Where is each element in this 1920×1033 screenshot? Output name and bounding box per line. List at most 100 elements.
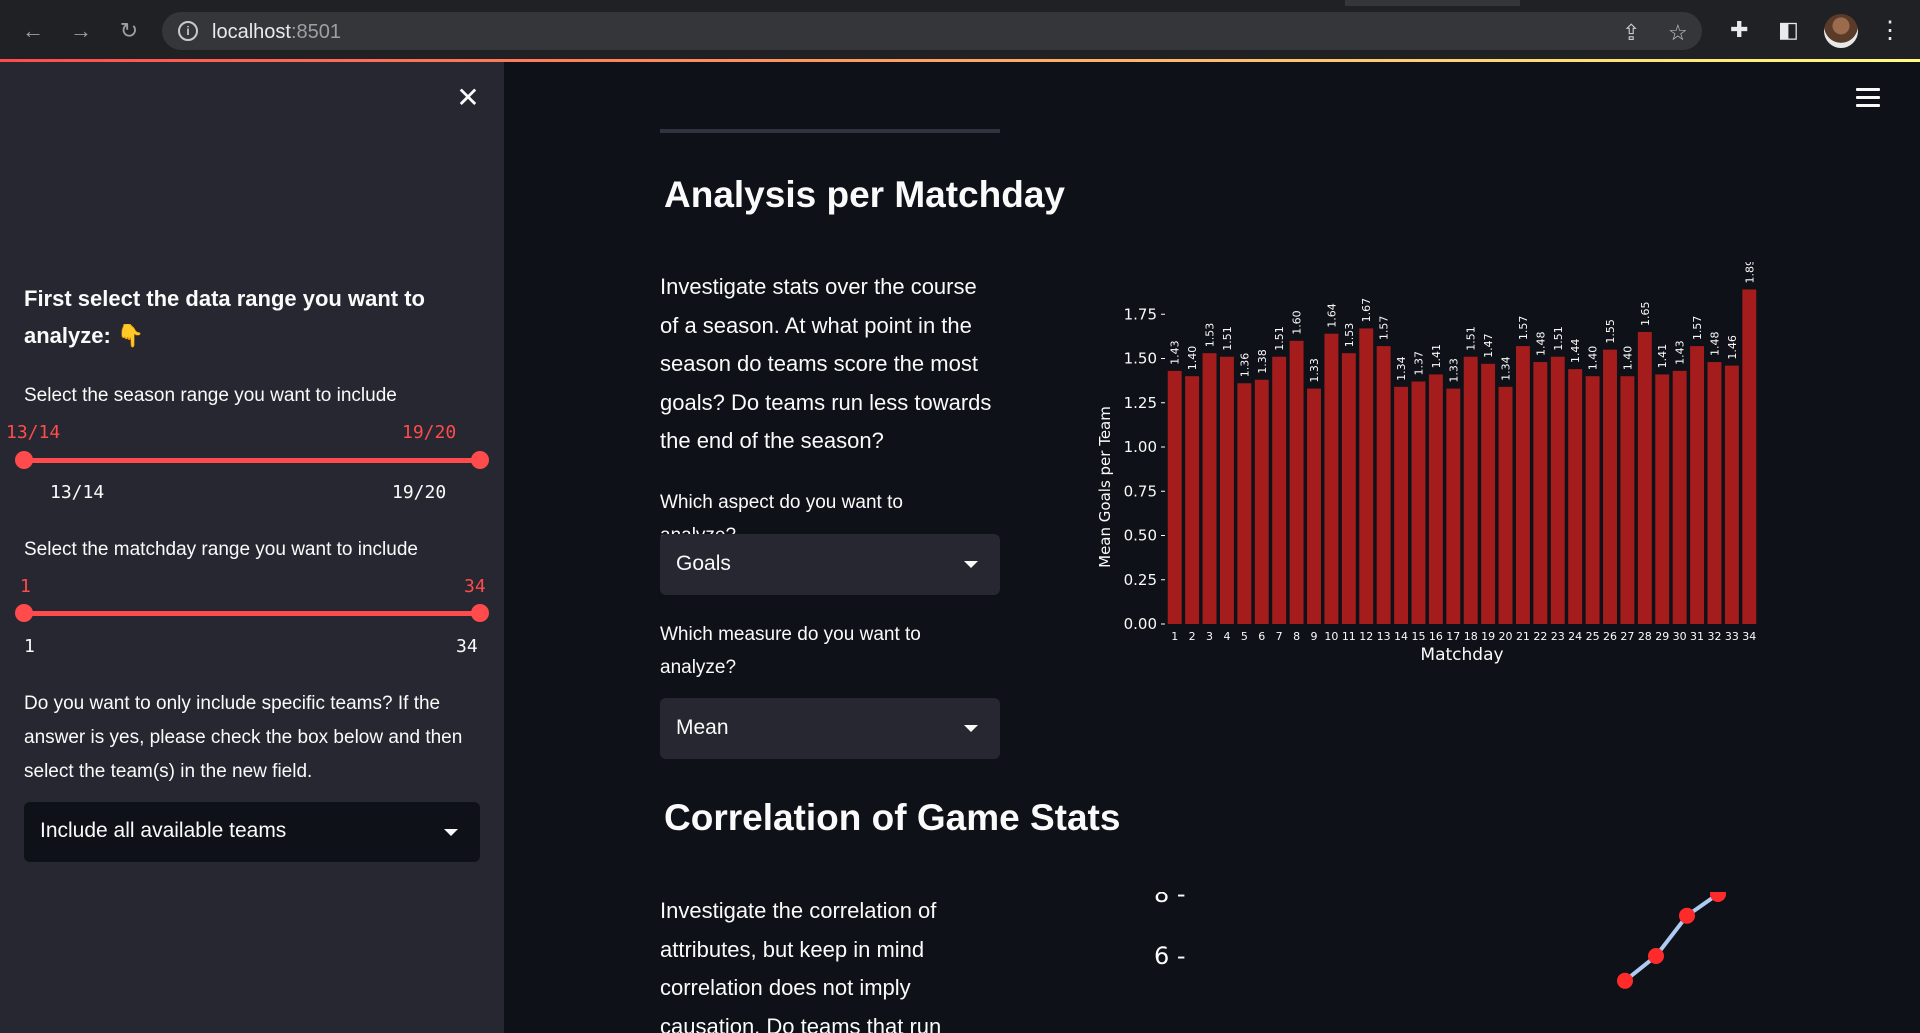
scatter-point xyxy=(1617,972,1633,989)
matchday-low-value: 1 xyxy=(20,576,31,597)
data-label: 1.46 xyxy=(1726,335,1739,360)
bar xyxy=(1376,346,1391,624)
bookmark-star-icon[interactable]: ☆ xyxy=(1668,20,1688,46)
teams-instructions: Do you want to only include specific tea… xyxy=(24,693,463,782)
bar xyxy=(1724,365,1739,624)
y-tick-label: 1.00 xyxy=(1124,438,1157,456)
aspect-select-value: Goals xyxy=(676,552,731,575)
share-icon[interactable]: ⇪ xyxy=(1622,20,1640,46)
measure-select[interactable]: Mean xyxy=(660,698,1000,759)
bar xyxy=(1533,362,1548,624)
chevron-down-icon xyxy=(444,829,458,836)
chevron-down-icon xyxy=(964,725,978,732)
bar xyxy=(1272,356,1287,624)
section-title-correlation: Correlation of Game Stats xyxy=(664,797,1121,838)
previous-widget-edge xyxy=(660,129,1000,133)
address-bar[interactable]: i localhost:8501 ⇪ ☆ xyxy=(162,12,1702,50)
y-tick-label: 8 - xyxy=(1154,892,1186,908)
bar xyxy=(1411,381,1426,624)
extensions-icon[interactable]: ✚ xyxy=(1730,17,1748,43)
season-high-value: 19/20 xyxy=(402,422,457,443)
site-info-icon[interactable]: i xyxy=(178,21,198,41)
reload-icon[interactable]: ↻ xyxy=(114,16,144,46)
url-text[interactable]: localhost:8501 xyxy=(212,21,341,44)
x-axis-label: Matchday xyxy=(1420,645,1503,665)
forward-icon[interactable]: → xyxy=(66,16,96,46)
matchday-slider-high-thumb[interactable] xyxy=(471,604,489,622)
bar xyxy=(1463,356,1478,624)
data-label: 1.40 xyxy=(1621,346,1634,371)
data-label: 1.40 xyxy=(1587,346,1600,371)
season-min-tick: 13/14 xyxy=(50,482,105,503)
bar xyxy=(1515,346,1530,624)
x-tick-label: 15 xyxy=(1411,630,1425,643)
main-content: Analysis per Matchday Investigate stats … xyxy=(504,62,1920,1033)
back-icon[interactable]: ← xyxy=(18,16,48,46)
y-tick-label: 1.25 xyxy=(1124,394,1157,412)
x-tick-label: 17 xyxy=(1446,630,1460,643)
x-tick-label: 33 xyxy=(1725,630,1739,643)
data-label: 1.38 xyxy=(1256,349,1269,374)
matchday-min-tick: 1 xyxy=(24,636,35,657)
data-label: 1.57 xyxy=(1691,316,1704,341)
y-tick-label: 1.50 xyxy=(1124,350,1157,368)
season-slider-high-thumb[interactable] xyxy=(471,451,489,469)
bar xyxy=(1167,370,1182,624)
bar xyxy=(1446,388,1461,624)
correlation-scatter-chart: 8 - 6 - xyxy=(1154,892,1726,989)
x-tick-label: 32 xyxy=(1707,630,1721,643)
bar xyxy=(1324,333,1339,624)
matchday-slider-label: Select the matchday range you want to in… xyxy=(24,539,418,560)
x-tick-label: 14 xyxy=(1394,630,1408,643)
aspect-select[interactable]: Goals xyxy=(660,534,1000,595)
data-label: 1.33 xyxy=(1447,358,1460,383)
x-tick-label: 23 xyxy=(1551,630,1565,643)
x-tick-label: 6 xyxy=(1258,630,1265,643)
side-panel-icon[interactable]: ◧ xyxy=(1778,17,1799,43)
bar xyxy=(1219,356,1234,624)
season-slider-track[interactable] xyxy=(24,458,480,463)
x-tick-label: 22 xyxy=(1533,630,1547,643)
bar xyxy=(1307,388,1321,624)
data-label: 1.51 xyxy=(1273,326,1286,351)
data-label: 1.41 xyxy=(1430,344,1443,369)
season-slider-label: Select the season range you want to incl… xyxy=(24,385,397,406)
scatter-point xyxy=(1679,907,1695,924)
teams-select[interactable]: Include all available teams xyxy=(24,802,480,862)
bar xyxy=(1655,374,1670,624)
close-sidebar-icon[interactable]: ✕ xyxy=(452,82,484,114)
matchday-slider-track[interactable] xyxy=(24,611,480,616)
data-label: 1.34 xyxy=(1500,356,1513,381)
profile-avatar[interactable] xyxy=(1824,14,1858,48)
x-tick-label: 16 xyxy=(1429,630,1443,643)
bar xyxy=(1394,386,1409,624)
data-label: 1.48 xyxy=(1708,332,1721,357)
app-menu-icon[interactable] xyxy=(1856,88,1880,112)
data-label: 1.44 xyxy=(1569,339,1582,364)
data-label: 1.60 xyxy=(1291,310,1304,335)
x-tick-label: 4 xyxy=(1223,630,1230,643)
chevron-down-icon xyxy=(964,561,978,568)
matchday-slider-low-thumb[interactable] xyxy=(15,604,33,622)
x-tick-label: 20 xyxy=(1499,630,1513,643)
bar xyxy=(1254,379,1269,624)
season-low-value: 13/14 xyxy=(6,422,61,443)
section-description-correlation: Investigate the correlation of attribute… xyxy=(660,898,942,1033)
sidebar: ✕ First select the data range you want t… xyxy=(0,62,504,1033)
bar xyxy=(1498,386,1513,624)
season-slider-low-thumb[interactable] xyxy=(15,451,33,469)
y-tick-label: 0.00 xyxy=(1124,615,1157,633)
bar xyxy=(1428,374,1443,624)
x-tick-label: 29 xyxy=(1655,630,1669,643)
data-label: 1.33 xyxy=(1308,358,1321,383)
section-title-matchday: Analysis per Matchday xyxy=(664,174,1065,215)
bar xyxy=(1289,340,1304,624)
x-tick-label: 3 xyxy=(1206,630,1213,643)
trend-line xyxy=(1623,892,1720,983)
x-tick-label: 11 xyxy=(1342,630,1356,643)
sidebar-heading: First select the data range you want to … xyxy=(24,286,425,348)
browser-menu-icon[interactable]: ⋮ xyxy=(1878,16,1902,45)
data-label: 1.36 xyxy=(1238,353,1251,378)
x-tick-label: 30 xyxy=(1673,630,1687,643)
bar xyxy=(1672,370,1687,624)
